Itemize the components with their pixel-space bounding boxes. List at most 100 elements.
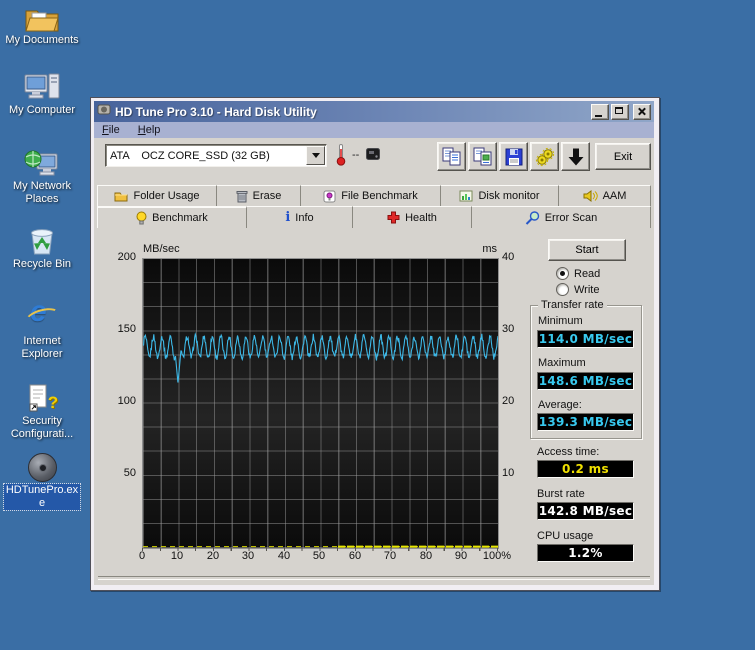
average-label: Average: (538, 399, 582, 411)
maximum-label: Maximum (538, 357, 586, 369)
transfer-rate-line (143, 334, 498, 383)
write-radio-label[interactable]: Write (574, 284, 599, 296)
desktop-icon-recycle-bin[interactable]: Recycle Bin (0, 224, 84, 271)
hdtune-window: HD Tune Pro 3.10 - Hard Disk Utility Fil… (90, 97, 660, 591)
x-tick: 20 (198, 550, 228, 562)
titlebar[interactable]: HD Tune Pro 3.10 - Hard Disk Utility (94, 101, 654, 122)
copy-pages-icon (441, 147, 463, 167)
x-tick: 40 (269, 550, 299, 562)
y-right-axis-title: ms (454, 243, 497, 255)
tab-disk-monitor[interactable]: Disk monitor (441, 185, 559, 206)
exit-button[interactable]: Exit (595, 143, 651, 170)
transfer-rate-group-label: Transfer rate (538, 299, 607, 311)
temperature-value: -- (352, 149, 359, 161)
hard-disk-icon (0, 450, 84, 482)
speaker-icon (583, 190, 598, 202)
x-tick: 70 (375, 550, 405, 562)
recycle-bin-icon (0, 224, 84, 256)
my-documents-folder-icon (0, 0, 84, 32)
x-tick: 60 (340, 550, 370, 562)
desktop-icon-my-network-places[interactable]: My NetworkPlaces (0, 146, 84, 206)
transfer-rate-group: Transfer rate Minimum 114.0 MB/sec Maxim… (530, 305, 642, 439)
tab-benchmark[interactable]: Benchmark (97, 206, 247, 228)
write-radio[interactable] (556, 283, 569, 296)
file-benchmark-icon (323, 190, 336, 203)
start-button[interactable]: Start (548, 239, 626, 261)
folder-icon (114, 190, 128, 202)
menu-file[interactable]: File (102, 124, 120, 136)
tab-aam[interactable]: AAM (559, 185, 651, 206)
internet-explorer-icon: e (0, 301, 84, 333)
security-configuration-icon: ? (0, 381, 84, 413)
access-time-value: 0.2 ms (537, 460, 634, 478)
save-button[interactable] (499, 142, 528, 171)
desktop-icon-my-documents[interactable]: My Documents (0, 0, 84, 47)
network-places-icon (0, 146, 84, 178)
minimum-label: Minimum (538, 315, 583, 327)
desktop-icon-hdtunepro[interactable]: HDTunePro.exe (0, 450, 84, 511)
x-tick: 30 (233, 550, 263, 562)
gears-icon (534, 146, 556, 168)
burst-rate-value: 142.8 MB/sec (537, 502, 634, 520)
read-radio-label[interactable]: Read (574, 268, 600, 280)
menu-help[interactable]: Help (138, 124, 161, 136)
y-right-tick: 30 (502, 323, 530, 335)
read-radio[interactable] (556, 267, 569, 280)
read-radio-row: Read (556, 267, 600, 280)
benchmark-plot-svg (143, 259, 498, 548)
maximize-button[interactable] (611, 104, 629, 120)
down-arrow-icon (567, 147, 585, 167)
dropdown-arrow-icon[interactable] (306, 146, 325, 165)
x-tick: 80 (411, 550, 441, 562)
copy-text-button[interactable] (437, 142, 466, 171)
maximum-value: 148.6 MB/sec (537, 372, 634, 390)
window-title: HD Tune Pro 3.10 - Hard Disk Utility (115, 105, 589, 119)
x-tick: 50 (304, 550, 334, 562)
desktop-icon-my-computer[interactable]: My Computer (0, 70, 84, 117)
icon-label: My Computer (0, 104, 84, 117)
minimize-button[interactable] (591, 104, 609, 120)
x-tick: 90 (446, 550, 476, 562)
options-button[interactable] (530, 142, 559, 171)
desktop-icon-internet-explorer[interactable]: e InternetExplorer (0, 301, 84, 361)
drive-select[interactable]: ATA OCZ CORE_SSD (32 GB) (105, 144, 327, 167)
x-tick-end: 100% (479, 550, 515, 562)
update-button[interactable] (561, 142, 590, 171)
y-left-tick: 150 (98, 323, 136, 335)
y-right-tick: 20 (502, 395, 530, 407)
close-button[interactable] (633, 104, 651, 120)
tab-erase[interactable]: Erase (217, 185, 301, 206)
thermometer-icon (336, 143, 346, 171)
drive-temp-icon (366, 147, 380, 165)
y-left-axis-title: MB/sec (143, 243, 180, 255)
tab-folder-usage[interactable]: Folder Usage (97, 185, 217, 206)
tab-row-primary: Benchmark i Info Health Error Scan (97, 206, 651, 228)
write-radio-row: Write (556, 283, 599, 296)
icon-label: Recycle Bin (0, 258, 84, 271)
burst-rate-label: Burst rate (537, 488, 585, 500)
tab-info[interactable]: i Info (247, 206, 353, 228)
floppy-save-icon (504, 147, 524, 167)
copy-screenshot-button[interactable] (468, 142, 497, 171)
average-value: 139.3 MB/sec (537, 413, 634, 431)
icon-label: My Network (0, 180, 84, 193)
x-tick: 10 (162, 550, 192, 562)
icon-label: Security (0, 415, 84, 428)
copy-image-icon (472, 147, 494, 167)
benchmark-plot (142, 258, 499, 549)
y-left-tick: 200 (98, 251, 136, 263)
tab-file-benchmark[interactable]: File Benchmark (301, 185, 441, 206)
tab-health[interactable]: Health (353, 206, 472, 228)
cpu-usage-label: CPU usage (537, 530, 593, 542)
icon-label: My Documents (0, 34, 84, 47)
minimum-value: 114.0 MB/sec (537, 330, 634, 348)
disk-monitor-icon (459, 190, 473, 202)
y-right-tick: 40 (502, 251, 530, 263)
health-cross-icon (387, 211, 400, 224)
info-icon: i (285, 212, 290, 223)
tab-error-scan[interactable]: Error Scan (472, 206, 651, 228)
desktop-icon-security-configuration[interactable]: ? SecurityConfigurati... (0, 381, 84, 441)
tab-row-secondary: Folder Usage Erase File Benchmark Disk m… (97, 185, 651, 206)
toolbar: ATA OCZ CORE_SSD (32 GB) -- (94, 138, 654, 174)
drive-select-value: ATA OCZ CORE_SSD (32 GB) (106, 150, 306, 162)
